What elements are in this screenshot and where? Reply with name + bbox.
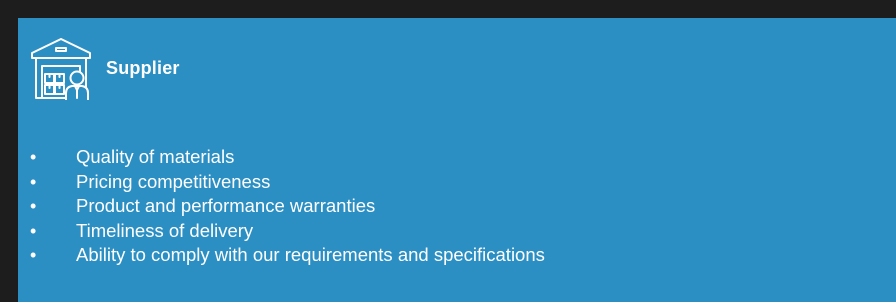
bullet: • <box>30 171 37 192</box>
supplier-panel: Supplier • Quality of materials • Pricin… <box>18 18 896 302</box>
bullet: • <box>30 245 37 265</box>
bullet: • <box>30 196 37 216</box>
panel-header: Supplier <box>28 36 180 100</box>
bullet: • <box>30 220 37 241</box>
section-title: Supplier <box>106 57 180 78</box>
list-item-text: Pricing competitiveness <box>76 170 271 192</box>
supplier-warehouse-icon <box>31 38 91 100</box>
list-item-text: Timeliness of delivery <box>76 219 254 241</box>
list-item-text: Ability to comply with our requirements … <box>76 244 545 265</box>
list-item-text: Product and performance warranties <box>76 195 376 216</box>
bullet: • <box>30 147 37 167</box>
list-item-text: Quality of materials <box>76 146 235 167</box>
